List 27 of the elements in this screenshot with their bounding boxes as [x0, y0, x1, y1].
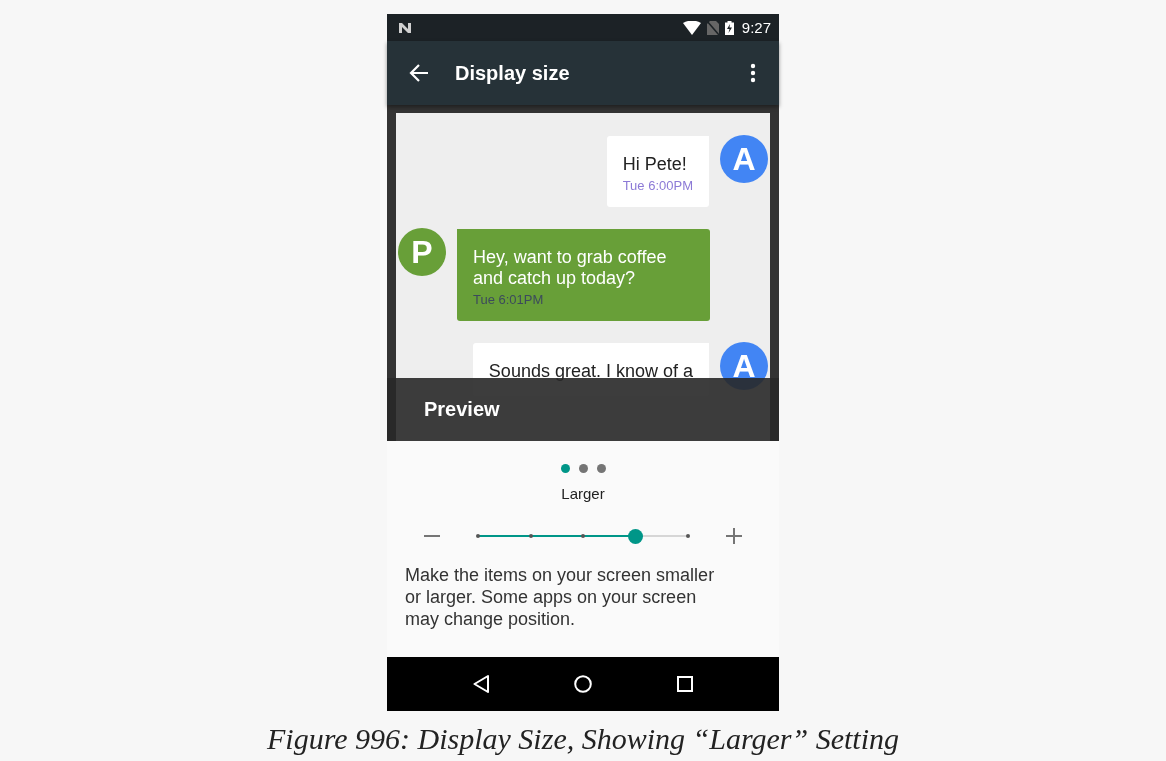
status-time: 9:27 — [741, 19, 771, 36]
battery-icon — [724, 20, 734, 35]
recents-icon[interactable] — [677, 676, 694, 692]
plus-icon[interactable] — [726, 528, 742, 544]
slider-thumb[interactable] — [628, 528, 643, 544]
page-indicator-dot[interactable] — [578, 464, 588, 473]
message-text: Sounds great. I know of a — [488, 361, 693, 382]
message-time: Tue 6:01PM — [473, 292, 545, 307]
message-time: Tue 6:00PM — [622, 178, 693, 193]
avatar: A — [720, 135, 768, 183]
message-text: Hi Pete! — [622, 154, 688, 175]
notification-icon — [398, 21, 412, 34]
more-options-icon[interactable] — [750, 63, 756, 83]
home-icon[interactable] — [574, 675, 592, 693]
avatar: P — [398, 228, 446, 276]
figure-caption: Figure 996: Display Size, Showing “Larger” Setting — [267, 722, 899, 756]
back-icon[interactable] — [472, 675, 489, 693]
back-arrow-icon[interactable] — [409, 64, 429, 82]
preview-label: Preview — [424, 398, 500, 421]
screen-title: Display size — [455, 61, 570, 85]
no-sim-icon — [706, 20, 719, 35]
message-text: Hey, want to grab coffee and catch up today? — [473, 247, 668, 289]
page-indicator-dot[interactable] — [596, 464, 606, 473]
description-text: Make the items on your screen smaller or larger. Some apps on your screen may change position. — [404, 564, 716, 630]
wifi-icon — [682, 20, 701, 35]
page-indicator-dot[interactable] — [560, 464, 570, 473]
size-label: Larger — [561, 485, 605, 502]
